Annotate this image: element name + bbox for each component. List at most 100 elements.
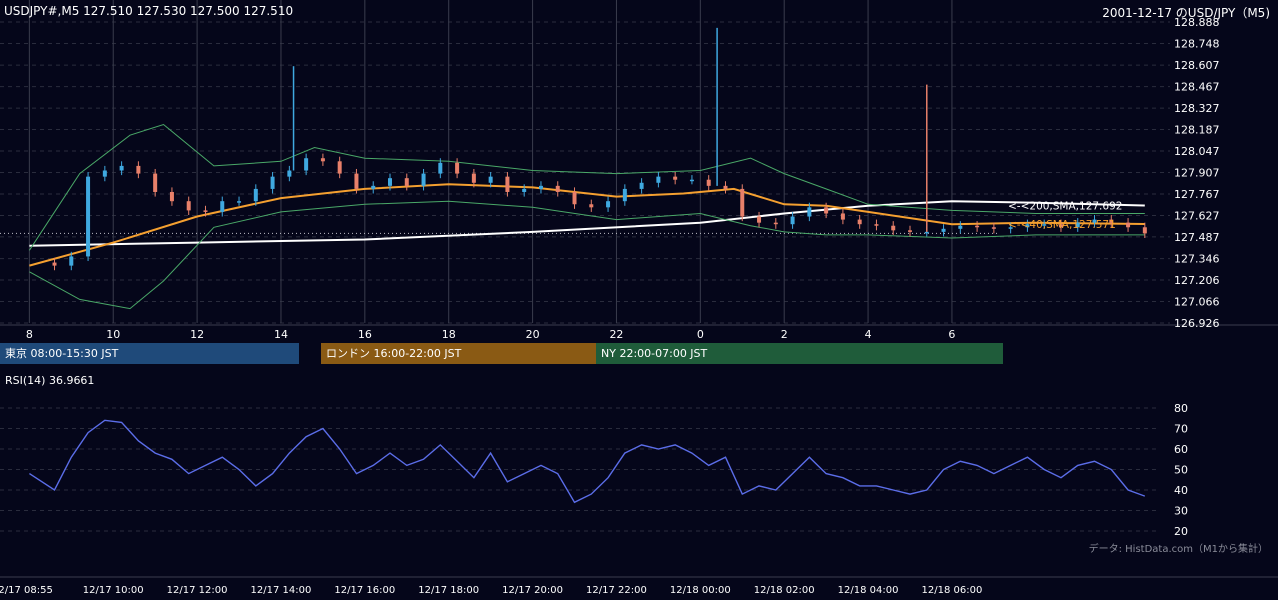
candle-body — [522, 188, 527, 192]
candle-body — [69, 256, 74, 266]
candle-body — [186, 201, 191, 211]
candle-body — [438, 162, 443, 174]
price-x-tick-label: 8 — [26, 328, 33, 341]
candle-body — [287, 170, 292, 177]
price-tick-label: 127.487 — [1174, 231, 1220, 244]
candle-body — [203, 210, 208, 212]
price-x-tick-label: 14 — [274, 328, 288, 341]
time-axis-label: 12/17 10:00 — [83, 585, 144, 596]
candle-body — [488, 176, 493, 183]
candle-body — [975, 225, 980, 228]
candle-body — [505, 176, 510, 192]
candle-body — [740, 188, 745, 217]
price-tick-label: 128.748 — [1174, 37, 1220, 50]
candle-body — [689, 179, 694, 182]
time-axis-label: 12/17 12:00 — [167, 585, 228, 596]
time-axis-label: 12/17 18:00 — [418, 585, 479, 596]
candle-body — [958, 225, 963, 229]
candle-body — [606, 201, 611, 208]
time-axis-label: 12/17 22:00 — [586, 585, 647, 596]
time-axis-label: 12/18 02:00 — [754, 585, 815, 596]
candle-body — [136, 165, 141, 174]
price-tick-label: 127.206 — [1174, 274, 1220, 287]
price-tick-label: 128.327 — [1174, 102, 1220, 115]
time-axis-label: 12/17 16:00 — [334, 585, 395, 596]
candle-body — [757, 216, 762, 223]
candle-body — [320, 158, 325, 162]
candle-body — [270, 176, 275, 189]
price-tick-label: 128.607 — [1174, 59, 1220, 72]
time-axis-label: 12/17 08:55 — [0, 585, 53, 596]
candle-body — [589, 204, 594, 208]
price-tick-label: 128.467 — [1174, 81, 1220, 94]
candle-body — [455, 162, 460, 174]
candle-body — [1126, 222, 1131, 228]
candle-body — [388, 178, 392, 186]
candle-body — [790, 216, 795, 225]
candle-body — [908, 230, 912, 232]
price-x-tick-label: 16 — [358, 328, 372, 341]
candle-body — [371, 185, 376, 189]
price-x-tick-label: 18 — [442, 328, 456, 341]
chart-canvas: 128.888128.748128.607128.467128.327128.1… — [0, 0, 1278, 596]
price-x-tick-label: 12 — [190, 328, 204, 341]
candle-body — [153, 173, 158, 192]
price-tick-label: 126.926 — [1174, 317, 1220, 330]
candle-body — [237, 201, 242, 203]
price-x-tick-label: 2 — [781, 328, 788, 341]
candle-body — [706, 179, 711, 186]
price-tick-label: 127.907 — [1174, 167, 1220, 180]
price-tick-label: 128.187 — [1174, 124, 1220, 137]
session-tokyo: 東京 08:00-15:30 JST — [0, 343, 299, 364]
candle-body — [723, 185, 728, 189]
sma40-label: <-<40,SMA,127.571 — [1008, 219, 1116, 231]
candle-body — [622, 188, 627, 202]
candle-body — [354, 173, 359, 189]
candle-body — [656, 176, 661, 183]
rsi-tick-label: 80 — [1174, 402, 1188, 415]
candle-body — [220, 201, 225, 212]
price-x-tick-label: 20 — [526, 328, 540, 341]
time-axis-label: 12/18 00:00 — [670, 585, 731, 596]
price-x-tick-label: 6 — [948, 328, 955, 341]
candle-body — [52, 262, 57, 266]
candle-body — [86, 176, 91, 257]
time-axis-label: 12/17 20:00 — [502, 585, 563, 596]
candle-body — [807, 207, 812, 217]
rsi-tick-label: 20 — [1174, 525, 1188, 538]
price-tick-label: 127.627 — [1174, 209, 1220, 222]
chart-title: 2001-12-17 のUSD/JPY（M5) — [1102, 6, 1270, 20]
time-axis-label: 12/17 14:00 — [251, 585, 312, 596]
time-axis-label: 12/18 04:00 — [838, 585, 899, 596]
data-credit: データ: HistData.com（M1から集計） — [1088, 544, 1268, 555]
candle-body — [253, 188, 258, 202]
price-tick-label: 127.346 — [1174, 253, 1220, 266]
candle-body — [941, 228, 946, 232]
candle-body — [673, 176, 678, 180]
candle-body — [471, 173, 476, 183]
candle-body — [1142, 227, 1147, 234]
session-london: ロンドン 16:00-22:00 JST — [321, 343, 596, 364]
rsi-tick-label: 70 — [1174, 423, 1188, 436]
price-x-tick-label: 0 — [697, 328, 704, 341]
candle-body — [874, 224, 879, 226]
price-tick-label: 127.767 — [1174, 188, 1220, 201]
price-x-tick-label: 22 — [609, 328, 623, 341]
candle-body — [102, 170, 107, 177]
candle-body — [538, 185, 543, 189]
rsi-tick-label: 40 — [1174, 484, 1188, 497]
price-tick-label: 127.066 — [1174, 296, 1220, 309]
session-ny: NY 22:00-07:00 JST — [596, 343, 1003, 364]
time-axis-label: 12/18 06:00 — [922, 585, 983, 596]
candle-body — [639, 182, 644, 189]
rsi-tick-label: 30 — [1174, 505, 1188, 518]
rsi-label: RSI(14) 36.9661 — [5, 374, 95, 387]
candle-body — [304, 158, 309, 171]
price-tick-label: 128.047 — [1174, 145, 1220, 158]
candle-body — [169, 191, 174, 202]
rsi-tick-label: 50 — [1174, 464, 1188, 477]
candle-body — [421, 173, 426, 186]
rsi-tick-label: 60 — [1174, 443, 1188, 456]
price-x-tick-label: 4 — [865, 328, 872, 341]
candle-body — [891, 225, 896, 231]
